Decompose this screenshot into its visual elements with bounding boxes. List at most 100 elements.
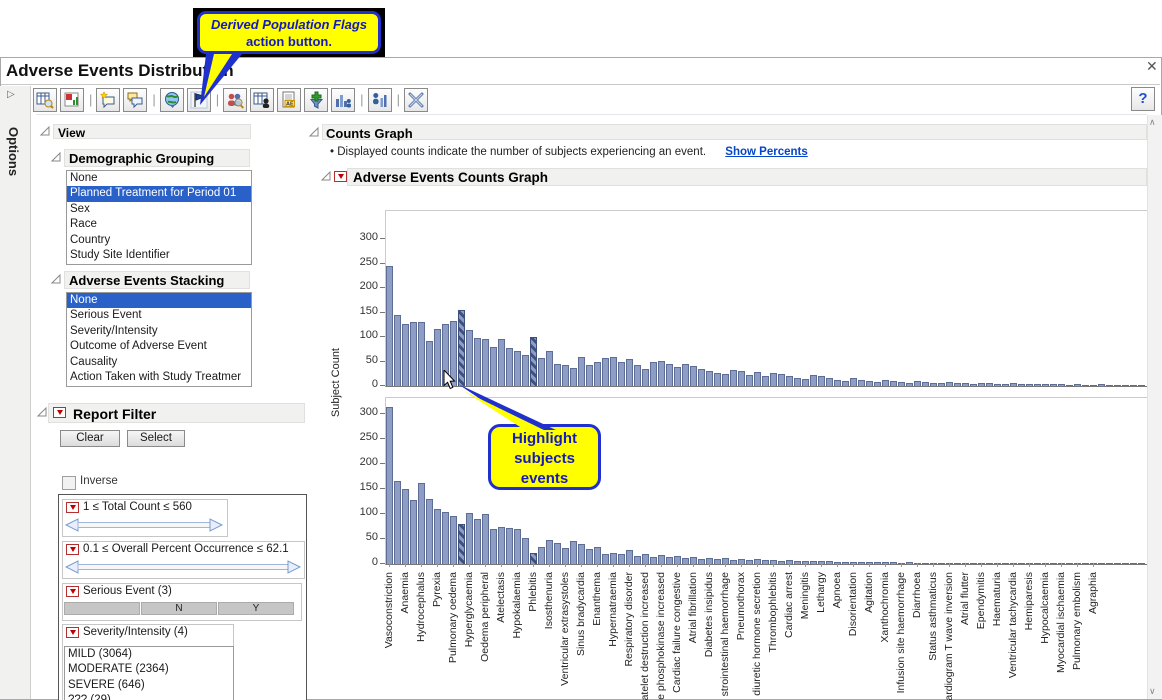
bar[interactable] xyxy=(1034,562,1041,564)
bar[interactable] xyxy=(618,554,625,564)
bar[interactable] xyxy=(658,360,665,386)
red-triangle-menu-icon[interactable] xyxy=(66,502,79,513)
bar[interactable] xyxy=(570,367,577,386)
bar[interactable] xyxy=(578,356,585,386)
bar[interactable] xyxy=(386,406,393,564)
bar[interactable] xyxy=(810,375,817,386)
bar[interactable] xyxy=(1066,384,1073,386)
bar[interactable] xyxy=(386,265,393,386)
serious-event-y-segment[interactable]: Y xyxy=(218,602,294,615)
bar[interactable] xyxy=(1018,383,1025,386)
bar[interactable] xyxy=(434,508,441,564)
bar[interactable] xyxy=(682,363,689,386)
bar[interactable] xyxy=(594,547,601,564)
bar[interactable] xyxy=(562,547,569,564)
bar[interactable] xyxy=(914,380,921,386)
list-item[interactable]: None xyxy=(67,293,251,309)
bar[interactable] xyxy=(506,527,513,564)
bar[interactable] xyxy=(586,549,593,564)
select-button[interactable]: Select xyxy=(127,430,185,447)
red-triangle-menu-icon[interactable] xyxy=(53,407,66,418)
bar[interactable] xyxy=(602,554,609,564)
bar[interactable] xyxy=(474,337,481,386)
ae-counts-graph-header[interactable]: Adverse Events Counts Graph xyxy=(347,168,1147,186)
bar[interactable] xyxy=(466,513,473,564)
bar[interactable] xyxy=(986,562,993,564)
bar[interactable] xyxy=(778,560,785,564)
list-item[interactable]: MILD (3064) xyxy=(65,647,233,662)
bar[interactable] xyxy=(410,322,417,386)
list-item[interactable]: Planned Treatment for Period 01 xyxy=(67,186,251,202)
bar[interactable] xyxy=(426,499,433,564)
bar[interactable] xyxy=(1106,384,1113,386)
bar[interactable] xyxy=(906,382,913,386)
bar[interactable] xyxy=(394,314,401,386)
bar[interactable] xyxy=(666,363,673,386)
bar[interactable] xyxy=(474,518,481,564)
bar[interactable] xyxy=(418,322,425,386)
add-filter-icon[interactable] xyxy=(304,87,329,112)
bar[interactable] xyxy=(466,329,473,386)
bar[interactable] xyxy=(810,561,817,564)
bar[interactable] xyxy=(394,480,401,564)
bar[interactable] xyxy=(1130,562,1137,564)
disclosure-icon[interactable] xyxy=(51,152,61,162)
bar[interactable] xyxy=(1066,562,1073,564)
bar[interactable] xyxy=(1058,384,1065,386)
list-item[interactable]: MODERATE (2364) xyxy=(65,662,233,677)
red-triangle-menu-icon[interactable] xyxy=(66,586,79,597)
add-note-icon[interactable] xyxy=(96,87,121,112)
bar[interactable] xyxy=(618,361,625,386)
bar[interactable] xyxy=(482,514,489,564)
bar[interactable] xyxy=(938,383,945,386)
bar[interactable] xyxy=(602,358,609,386)
bar[interactable] xyxy=(1138,562,1145,564)
bar[interactable] xyxy=(1122,384,1129,386)
bar[interactable] xyxy=(754,372,761,386)
share-web-icon[interactable] xyxy=(159,87,184,112)
list-item[interactable]: Serious Event xyxy=(67,308,251,323)
bar[interactable] xyxy=(442,512,449,564)
bar[interactable] xyxy=(986,383,993,386)
bar[interactable] xyxy=(1026,384,1033,386)
bar[interactable] xyxy=(626,550,633,564)
counts-chart-icon[interactable] xyxy=(331,87,356,112)
bar[interactable] xyxy=(842,380,849,386)
close-icon[interactable]: ✕ xyxy=(1146,58,1158,75)
report-options-icon[interactable] xyxy=(33,87,57,112)
bar[interactable] xyxy=(714,559,721,564)
bar[interactable] xyxy=(1098,384,1105,386)
bar[interactable] xyxy=(1090,384,1097,386)
disclosure-icon[interactable] xyxy=(40,126,50,136)
bar[interactable] xyxy=(666,557,673,564)
bar[interactable] xyxy=(458,524,465,564)
serious-event-n-segment[interactable]: N xyxy=(141,602,217,615)
bar[interactable] xyxy=(402,323,409,386)
disclosure-icon[interactable] xyxy=(51,274,61,284)
adverse-events-stacking-header[interactable]: Adverse Events Stacking xyxy=(64,271,250,289)
help-button[interactable]: ? xyxy=(1131,87,1155,111)
percent-occurrence-range-slider[interactable] xyxy=(65,559,301,575)
bar[interactable] xyxy=(1130,384,1137,386)
bar[interactable] xyxy=(634,555,641,564)
bar[interactable] xyxy=(610,356,617,386)
bar[interactable] xyxy=(730,559,737,564)
list-item[interactable]: ??? (29) xyxy=(65,693,233,700)
list-item[interactable]: Race xyxy=(67,217,251,232)
bar[interactable] xyxy=(1002,384,1009,386)
bar[interactable] xyxy=(786,376,793,386)
red-triangle-menu-icon[interactable] xyxy=(334,171,347,182)
bar[interactable] xyxy=(578,544,585,564)
bar[interactable] xyxy=(546,540,553,564)
bar[interactable] xyxy=(1042,383,1049,386)
bar[interactable] xyxy=(642,368,649,386)
bar[interactable] xyxy=(1082,384,1089,386)
bar[interactable] xyxy=(826,378,833,386)
bar[interactable] xyxy=(538,547,545,564)
bar[interactable] xyxy=(418,482,425,564)
bar[interactable] xyxy=(1034,384,1041,386)
bar[interactable] xyxy=(762,560,769,564)
save-graph-icon[interactable] xyxy=(60,87,84,112)
show-notes-icon[interactable] xyxy=(123,87,148,112)
bar[interactable] xyxy=(906,562,913,564)
